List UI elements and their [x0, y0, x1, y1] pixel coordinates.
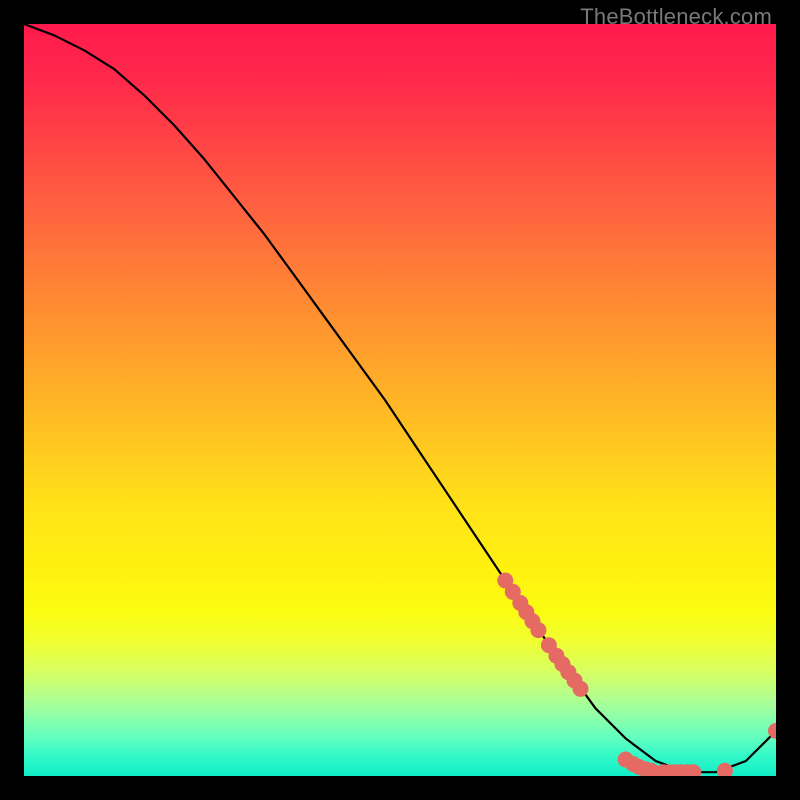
- bottleneck-curve: [24, 24, 776, 772]
- chart-frame: TheBottleneck.com: [0, 0, 800, 800]
- data-point: [573, 681, 589, 697]
- plot-area: [24, 24, 776, 776]
- data-point: [717, 763, 733, 776]
- data-point: [530, 622, 546, 638]
- chart-svg: [24, 24, 776, 776]
